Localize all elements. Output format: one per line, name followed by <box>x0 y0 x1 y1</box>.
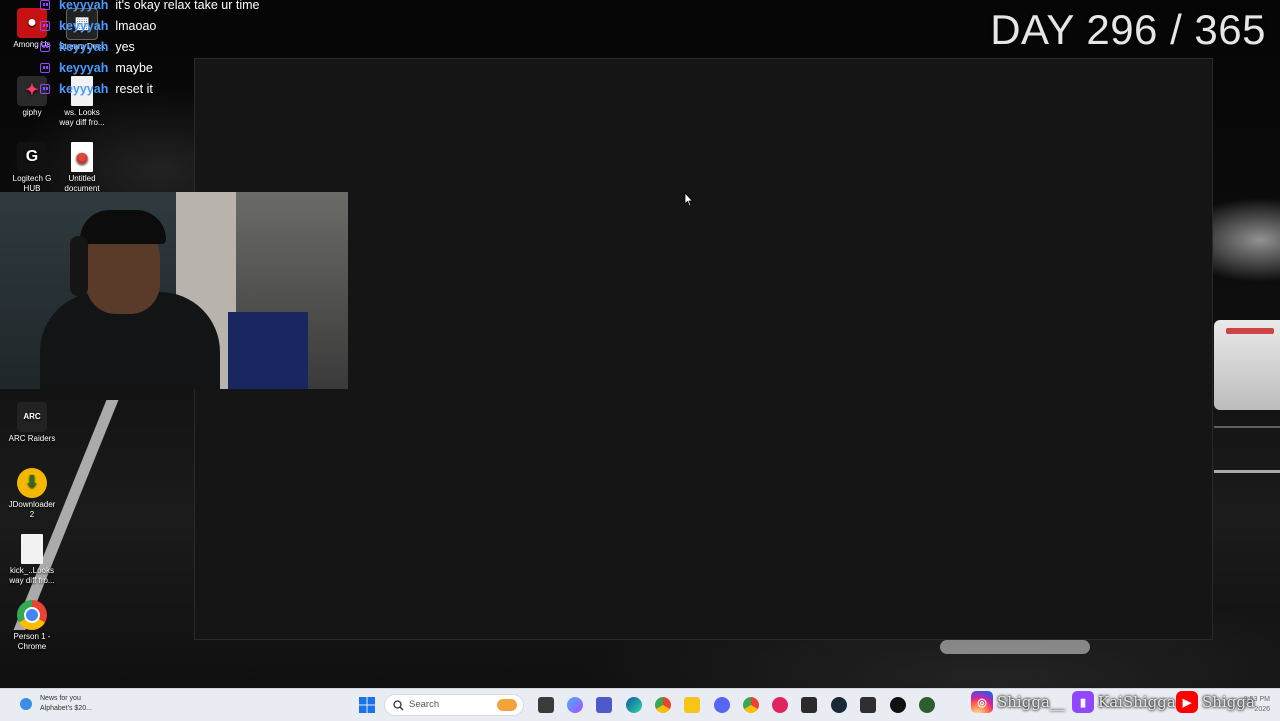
blue-shorts <box>228 312 308 389</box>
chrome-profile-icon[interactable] <box>743 697 759 713</box>
desktop-icon-label: giphy <box>22 108 42 117</box>
youtube-icon: ▶ <box>1176 691 1198 713</box>
steam-icon[interactable] <box>831 697 847 713</box>
edge-icon[interactable] <box>626 697 642 713</box>
webcam-feed <box>0 192 348 389</box>
day-counter: DAY 296 / 365 <box>990 6 1266 53</box>
twitch-icon: ▮ <box>1072 691 1094 713</box>
chat-text: reset it <box>115 81 153 96</box>
headphones <box>70 236 88 296</box>
twitch-badge-icon <box>40 83 50 94</box>
news-headline: Alphabet's $20... <box>40 705 92 712</box>
desktop-icon-chrome[interactable]: Person 1 - Chrome <box>6 600 58 652</box>
chat-username: keyyyah <box>59 39 109 54</box>
chat-message: keyyyah lmaoao <box>40 15 259 36</box>
parking-line <box>1214 470 1280 473</box>
twitch-badge-icon <box>40 62 50 73</box>
shoe-shadow <box>940 640 1090 654</box>
van-stripe <box>1226 328 1274 334</box>
news-widget[interactable]: News for you Alphabet's $20... <box>40 694 92 714</box>
chrome-taskbar-icon[interactable] <box>655 697 671 713</box>
desktop-icon-label: Untitled document <box>64 174 100 193</box>
desktop-icon-label: Person 1 - Chrome <box>13 632 51 651</box>
chat-text: yes <box>115 39 135 54</box>
chat-username: keyyyah <box>59 18 109 33</box>
desktop-icon-jdownloader[interactable]: ⬇ JDownloader 2 <box>6 468 58 520</box>
streamer-beanie <box>80 210 166 244</box>
xbox-icon[interactable] <box>919 697 935 713</box>
chat-username: keyyyah <box>59 81 109 96</box>
copilot-icon[interactable] <box>567 697 583 713</box>
parking-line <box>1214 426 1280 428</box>
desktop-icon-label: ws. Looks way diff fro... <box>59 108 105 127</box>
app-icon-dark[interactable] <box>890 697 906 713</box>
obs-icon[interactable] <box>860 697 876 713</box>
chat-message: keyyyah it's okay relax take ur time <box>40 0 259 15</box>
search-placeholder: Search <box>409 699 440 710</box>
chat-text: maybe <box>115 60 153 75</box>
desktop-icon-file[interactable]: kick_..Looks way diff fro... <box>6 534 58 586</box>
twitch-badge-icon <box>40 0 50 10</box>
social-twitch: ▮ KaiShigga <box>1072 691 1176 713</box>
twitch-handle: KaiShigga <box>1098 693 1176 711</box>
news-widget-icon[interactable] <box>20 698 32 710</box>
file-explorer-icon[interactable] <box>684 697 700 713</box>
instagram-handle: Shigga__ <box>997 693 1065 711</box>
chat-username: keyyyah <box>59 0 109 12</box>
mouse-cursor-icon <box>684 192 694 207</box>
social-instagram: ◎ Shigga__ <box>971 691 1065 713</box>
desktop-icon-label: ARC Raiders <box>8 434 56 443</box>
chrome-icon <box>17 600 47 630</box>
social-youtube: ▶ Shigga <box>1176 691 1255 713</box>
windows-start-icon[interactable] <box>359 697 375 713</box>
logitech-icon: G <box>17 142 47 172</box>
file-icon <box>21 534 43 564</box>
task-view-icon[interactable] <box>538 697 554 713</box>
chat-username: keyyyah <box>59 60 109 75</box>
youtube-handle: Shigga <box>1202 693 1255 711</box>
desktop-icon-untitled-document[interactable]: ◉ Untitled document <box>56 142 108 194</box>
chat-text: lmaoao <box>115 18 157 33</box>
desktop-icon-label: JDownloader 2 <box>8 500 56 519</box>
chat-message: keyyyah yes <box>40 36 259 57</box>
desktop-icon-label: Logitech G HUB <box>12 174 52 193</box>
twitch-badge-icon <box>40 20 50 31</box>
arc-raiders-icon: ARC <box>17 402 47 432</box>
teams-icon[interactable] <box>596 697 612 713</box>
jdownloader-icon: ⬇ <box>17 468 47 498</box>
search-highlight-icon <box>497 699 517 711</box>
capcut-icon[interactable] <box>801 697 817 713</box>
news-title: News for you <box>40 695 81 702</box>
instagram-icon: ◎ <box>971 691 993 713</box>
twitch-badge-icon <box>40 41 50 52</box>
app-icon-red[interactable] <box>772 697 788 713</box>
google-docs-icon: ◉ <box>71 142 93 172</box>
desktop-icon-logitech[interactable]: G Logitech G HUB <box>6 142 58 194</box>
chat-text: it's okay relax take ur time <box>115 0 260 12</box>
search-icon <box>393 700 404 711</box>
desktop-icon-label: kick_..Looks way diff fro... <box>9 566 55 585</box>
taskbar-search-box[interactable]: Search <box>384 694 524 716</box>
discord-icon[interactable] <box>714 697 730 713</box>
desktop-icon-arc-raiders[interactable]: ARC ARC Raiders <box>6 402 58 444</box>
